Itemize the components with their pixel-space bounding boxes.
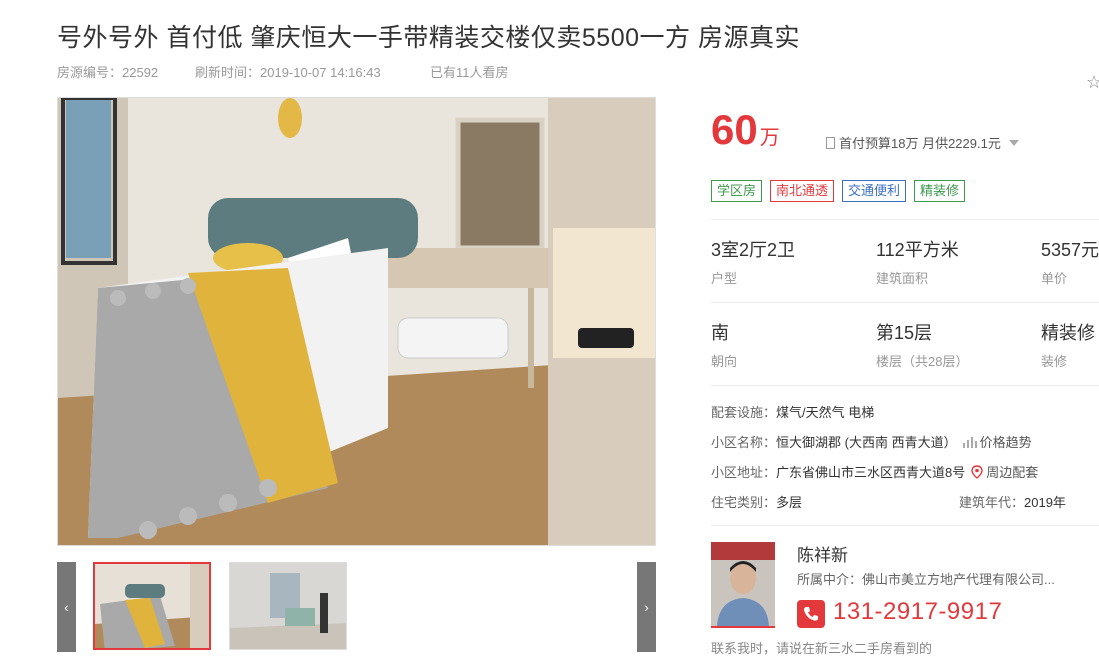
price-amount: 60: [711, 106, 758, 153]
view-count: 已有11人看房: [430, 65, 509, 80]
stat-floor-value: 第15层: [876, 323, 933, 343]
nearby-link[interactable]: 周边配套: [971, 462, 1038, 481]
map-pin-icon: [971, 464, 983, 479]
stat-floor-label: 楼层（共28层）: [876, 354, 969, 369]
stat-decoration-value: 精装修: [1041, 323, 1095, 343]
thumbnail-living-room[interactable]: [229, 562, 347, 650]
agent-name: 陈祥新: [797, 546, 848, 565]
tag-transport: 交通便利: [842, 180, 907, 202]
type-value: 多层: [776, 495, 803, 510]
main-photo[interactable]: [57, 97, 656, 546]
address-value: 广东省佛山市三水区西青大道8号: [776, 465, 966, 480]
type-label: 住宅类别：: [711, 495, 777, 510]
stat-layout-label: 户型: [711, 271, 738, 286]
thumbnail-bedroom[interactable]: [93, 562, 211, 650]
calculator-icon: [826, 136, 835, 149]
nearby-label: 周边配套: [986, 465, 1039, 480]
phone-icon: [797, 600, 825, 628]
price-trend-link[interactable]: 价格趋势: [962, 432, 1032, 451]
favorite-star-icon[interactable]: ☆: [1086, 72, 1099, 93]
tag-decorated: 精装修: [914, 180, 966, 202]
stat-decoration-label: 装修: [1041, 354, 1068, 369]
community-label: 小区名称：: [711, 435, 777, 450]
price-trend-label: 价格趋势: [979, 435, 1032, 450]
tag-school-district: 学区房: [711, 180, 763, 202]
year-row: 建筑年代： 2019年: [959, 492, 1066, 511]
price-unit: 万: [759, 127, 780, 149]
bar-chart-icon: [962, 436, 977, 448]
address-row: 小区地址： 广东省佛山市三水区西青大道8号 周边配套: [711, 462, 1038, 481]
facilities-label: 配套设施：: [711, 405, 777, 420]
divider: [711, 525, 1099, 526]
stat-layout-value: 3室2厅2卫: [711, 240, 796, 260]
facilities-value: 煤气/天然气 电梯: [776, 405, 875, 420]
listing-id: 房源编号：22592: [57, 65, 159, 80]
community-row: 小区名称： 恒大御湖郡 (大西南 西青大道） 价格趋势: [711, 432, 1032, 451]
contact-note: 联系我时，请说在新三水二手房看到的: [711, 641, 933, 656]
gallery-next-button[interactable]: ›: [637, 562, 656, 652]
divider: [711, 302, 1099, 303]
community-value[interactable]: 恒大御湖郡 (大西南 西青大道）: [776, 432, 957, 451]
type-row: 住宅类别： 多层: [711, 492, 802, 511]
stat-orientation-value: 南: [711, 323, 729, 343]
address-label: 小区地址：: [711, 465, 777, 480]
stat-unit-price-label: 单价: [1041, 271, 1068, 286]
stat-area-label: 建筑面积: [876, 271, 929, 286]
gallery-prev-button[interactable]: ‹: [57, 562, 76, 652]
year-value: 2019年: [1024, 495, 1066, 510]
thumbnail-strip: ‹ ›: [57, 562, 656, 652]
divider: [711, 219, 1099, 220]
year-label: 建筑年代：: [959, 495, 1025, 510]
feature-tags: 学区房 南北通透 交通便利 精装修: [711, 180, 966, 202]
facilities-row: 配套设施： 煤气/天然气 电梯: [711, 402, 874, 421]
stat-area-value: 112平方米: [876, 240, 959, 260]
budget-text: 首付预算18万 月供2229.1元: [839, 136, 1001, 151]
divider: [711, 385, 1099, 386]
stat-orientation-label: 朝向: [711, 354, 738, 369]
agent-phone[interactable]: 131-2917-9917: [833, 598, 1002, 626]
tag-north-south: 南北通透: [770, 180, 835, 202]
agent-avatar[interactable]: [711, 542, 775, 628]
listing-title: 号外号外 首付低 肇庆恒大一手带精装交楼仅卖5500一方 房源真实: [57, 24, 800, 52]
chevron-down-icon: [1008, 139, 1019, 146]
refresh-time: 刷新时间：2019-10-07 14:16:43: [195, 65, 381, 80]
price: 60 万: [711, 106, 780, 154]
stat-unit-price-value: 5357元: [1041, 240, 1099, 260]
budget-dropdown[interactable]: 首付预算18万 月供2229.1元: [826, 133, 1019, 152]
agent-agency: 所属中介：佛山市美立方地产代理有限公司...: [797, 572, 1055, 587]
